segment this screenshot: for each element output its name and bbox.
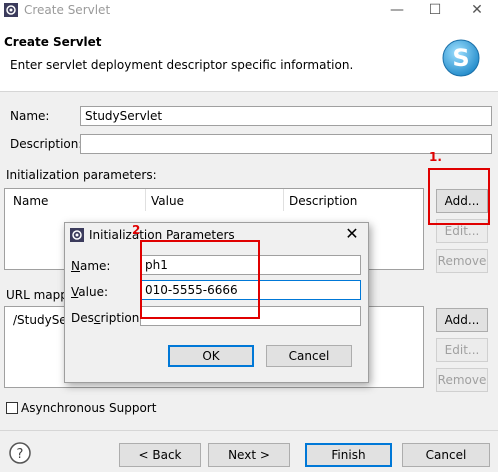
page-description: Enter servlet deployment descriptor spec… [10,58,354,72]
annotation-step-2: 2 [132,223,141,237]
wizard-header: Create Servlet Enter servlet deployment … [0,22,498,92]
servlet-name-input[interactable]: StudyServlet [80,106,492,126]
dialog-name-label: Name: [71,259,111,273]
next-button[interactable]: Next > [208,443,290,467]
list-item[interactable]: /StudySer [13,313,72,327]
annotation-box-add [428,168,490,225]
dialog-value-label: Value: [71,285,108,299]
window-title: Create Servlet [24,3,111,17]
close-icon[interactable]: ✕ [341,224,363,243]
eclipse-app-icon [4,3,18,17]
minimize-button[interactable]: — [380,0,414,22]
servlet-logo-icon: S [442,39,480,77]
url-add-button[interactable]: Add... [436,308,488,332]
svg-text:S: S [452,44,469,72]
init-remove-button[interactable]: Remove [436,249,488,273]
page-title: Create Servlet [4,35,102,49]
close-window-button[interactable]: ✕ [460,0,494,22]
url-mappings-label: URL mappi [6,288,72,302]
column-header-description[interactable]: Description [289,194,357,208]
annotation-step-1: 1. [429,150,442,164]
title-bar: Create Servlet — ☐ ✕ [0,0,498,22]
init-params-label: Initialization parameters: [6,168,157,182]
back-button[interactable]: < Back [119,443,201,467]
cancel-button[interactable]: Cancel [402,443,490,467]
dialog-description-label: Description: [71,311,144,325]
ok-button[interactable]: OK [168,345,254,367]
async-checkbox-label[interactable]: Asynchronous Support [21,401,156,415]
svg-text:?: ? [17,447,24,462]
maximize-button[interactable]: ☐ [418,0,452,22]
dialog-cancel-button[interactable]: Cancel [266,345,352,367]
column-divider [283,189,284,211]
column-divider [145,189,146,211]
annotation-box-fields [140,240,260,319]
name-label: Name: [10,109,50,123]
eclipse-dialog-icon [70,228,84,242]
footer-divider [0,430,498,431]
async-checkbox[interactable] [6,402,18,414]
column-header-value[interactable]: Value [151,194,184,208]
url-edit-button[interactable]: Edit... [436,338,488,362]
finish-button[interactable]: Finish [305,443,392,467]
description-label: Description: [10,137,83,151]
help-icon[interactable]: ? [8,441,32,465]
column-header-name[interactable]: Name [13,194,48,208]
url-remove-button[interactable]: Remove [436,368,488,392]
